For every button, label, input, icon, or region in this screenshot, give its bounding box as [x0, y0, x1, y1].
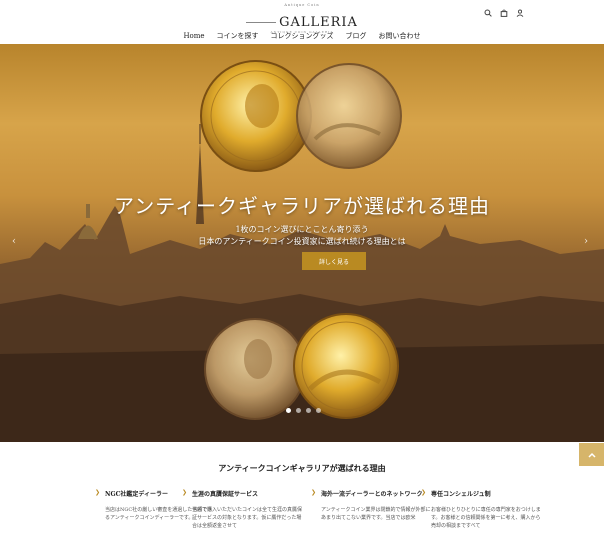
hero-subtitle: 1枚のコイン選びにとことん寄り添う 日本のアンティークコイン投資家に選ばれ続ける… — [0, 224, 604, 248]
chevron-right-icon: ❯ — [95, 489, 101, 496]
feature-title: 専任コンシェルジュ制 — [431, 491, 491, 498]
slider-dot[interactable] — [296, 408, 301, 413]
site-logo[interactable]: Antique Coin GALLERIA ANTIQUE COIN GALLE… — [0, 3, 604, 34]
chevron-right-icon[interactable]: › — [584, 236, 588, 247]
chevron-up-icon — [587, 452, 596, 458]
slider-dot[interactable] — [306, 408, 311, 413]
feature-description: お客様ひとりひとりに専任の専門家をおつけします。お客様との信頼関係を第一に考え、… — [431, 507, 541, 529]
hero-subtitle-line1: 1枚のコイン選びにとことん寄り添う — [235, 225, 369, 234]
nav-contact[interactable]: お問い合わせ — [379, 30, 421, 42]
nav-collection-goods[interactable]: コレクショングッズ — [271, 30, 334, 42]
coin-bottom-left — [204, 318, 306, 420]
hero-banner: アンティークギャラリアが選ばれる理由 1枚のコイン選びにとことん寄り添う 日本の… — [0, 44, 604, 442]
feature-title: 海外一流ディーラーとのネットワーク — [321, 491, 423, 498]
search-icon[interactable] — [484, 9, 492, 17]
chevron-right-icon: ❯ — [182, 489, 188, 496]
user-icon[interactable] — [516, 9, 524, 17]
chevron-left-icon[interactable]: ‹ — [12, 236, 16, 247]
slider-dot[interactable] — [316, 408, 321, 413]
hero-title: アンティークギャラリアが選ばれる理由 — [114, 194, 490, 218]
site-header: Antique Coin GALLERIA ANTIQUE COIN GALLE… — [0, 0, 604, 44]
chevron-right-icon: ❯ — [311, 489, 317, 496]
logo-line-left — [246, 22, 277, 23]
bag-icon[interactable] — [500, 9, 508, 17]
nav-home[interactable]: Home — [183, 30, 204, 42]
feature-title: NGC社鑑定ディーラー — [105, 491, 168, 498]
scroll-to-top-button[interactable] — [579, 443, 604, 466]
feature-title: 生涯の真贋保証サービス — [192, 491, 259, 498]
feature-description: アンティークコイン業界は閉鎖的で情報が外部にあまり出てこない業界です。当店では欧… — [321, 507, 431, 521]
nav-blog[interactable]: ブログ — [346, 30, 367, 42]
coin-bottom-right — [293, 313, 399, 419]
logo-tagline: Antique Coin — [284, 3, 320, 7]
header-icons — [484, 9, 524, 17]
logo-text: GALLERIA — [279, 14, 358, 30]
feature-description: 当店で購入いただいたコインは全て生涯の真贋保証サービスの対象となります。仮に贋作… — [192, 507, 303, 529]
nav-find-coins[interactable]: コインを探す — [217, 30, 259, 42]
main-nav: Home コインを探す コレクショングッズ ブログ お問い合わせ — [0, 30, 604, 42]
section-title: アンティークコインギャラリアが選ばれる理由 — [218, 463, 386, 473]
hero-subtitle-line2: 日本のアンティークコイン投資家に選ばれ続ける理由とは — [198, 237, 406, 246]
slider-dot[interactable] — [286, 408, 291, 413]
slider-dots — [286, 408, 321, 413]
coin-top-right — [296, 63, 402, 169]
details-button[interactable]: 詳しく見る — [302, 252, 366, 270]
chevron-right-icon: ❯ — [421, 489, 427, 496]
coin-top-left — [200, 60, 312, 172]
